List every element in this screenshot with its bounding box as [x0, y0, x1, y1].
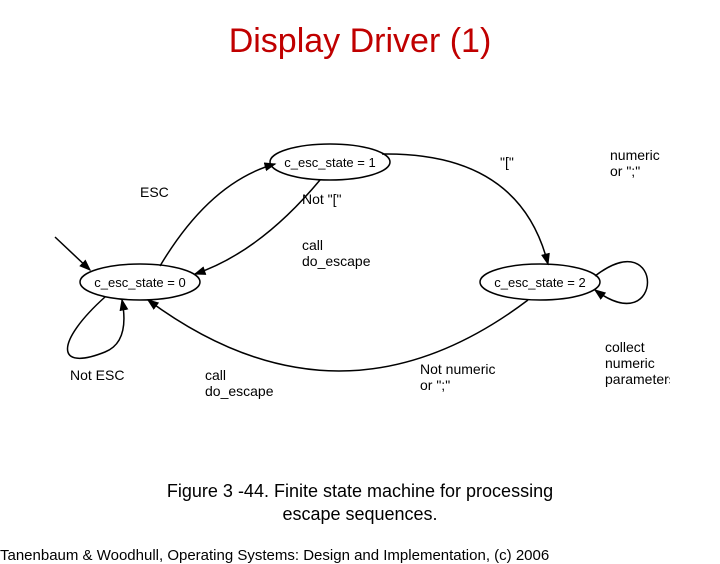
edge-not-esc-label: Not ESC: [70, 367, 124, 383]
state-2-label: c_esc_state = 2: [494, 275, 585, 290]
edge-collect-label1: collect: [605, 339, 645, 355]
edge-esc-label: ESC: [140, 184, 169, 200]
edge-numeric-label1: numeric: [610, 147, 660, 163]
caption-line1: Figure 3 -44. Finite state machine for p…: [167, 481, 553, 501]
edge-numeric-label2: or ";": [610, 163, 640, 179]
edge-not-numeric-label1: Not numeric: [420, 361, 495, 377]
state-1-label: c_esc_state = 1: [284, 155, 375, 170]
fsm-diagram: c_esc_state = 0 c_esc_state = 1 c_esc_st…: [50, 122, 670, 462]
edge-collect-label2: numeric: [605, 355, 655, 371]
edge-bracket: [382, 154, 548, 264]
state-0-label: c_esc_state = 0: [94, 275, 185, 290]
edge-not-bracket-call1: call: [302, 237, 323, 253]
edge-not-numeric-label2: or ";": [420, 377, 450, 393]
edge-not-numeric-call2: do_escape: [205, 383, 274, 399]
slide-title: Display Driver (1): [0, 22, 720, 61]
initial-arrow: [55, 237, 90, 270]
caption-line2: escape sequences.: [282, 504, 437, 524]
figure-caption: Figure 3 -44. Finite state machine for p…: [0, 480, 720, 527]
edge-not-bracket-label: Not "[": [302, 191, 342, 207]
edge-not-esc-selfloop: [68, 297, 124, 358]
edge-not-numeric-call1: call: [205, 367, 226, 383]
edge-not-bracket-call2: do_escape: [302, 253, 371, 269]
edge-bracket-label: "[": [500, 154, 514, 170]
footer-credit: Tanenbaum & Woodhull, Operating Systems:…: [0, 547, 720, 564]
edge-collect-label3: parameters: [605, 371, 670, 387]
edge-esc: [160, 164, 275, 266]
edge-numeric-selfloop: [595, 262, 648, 304]
